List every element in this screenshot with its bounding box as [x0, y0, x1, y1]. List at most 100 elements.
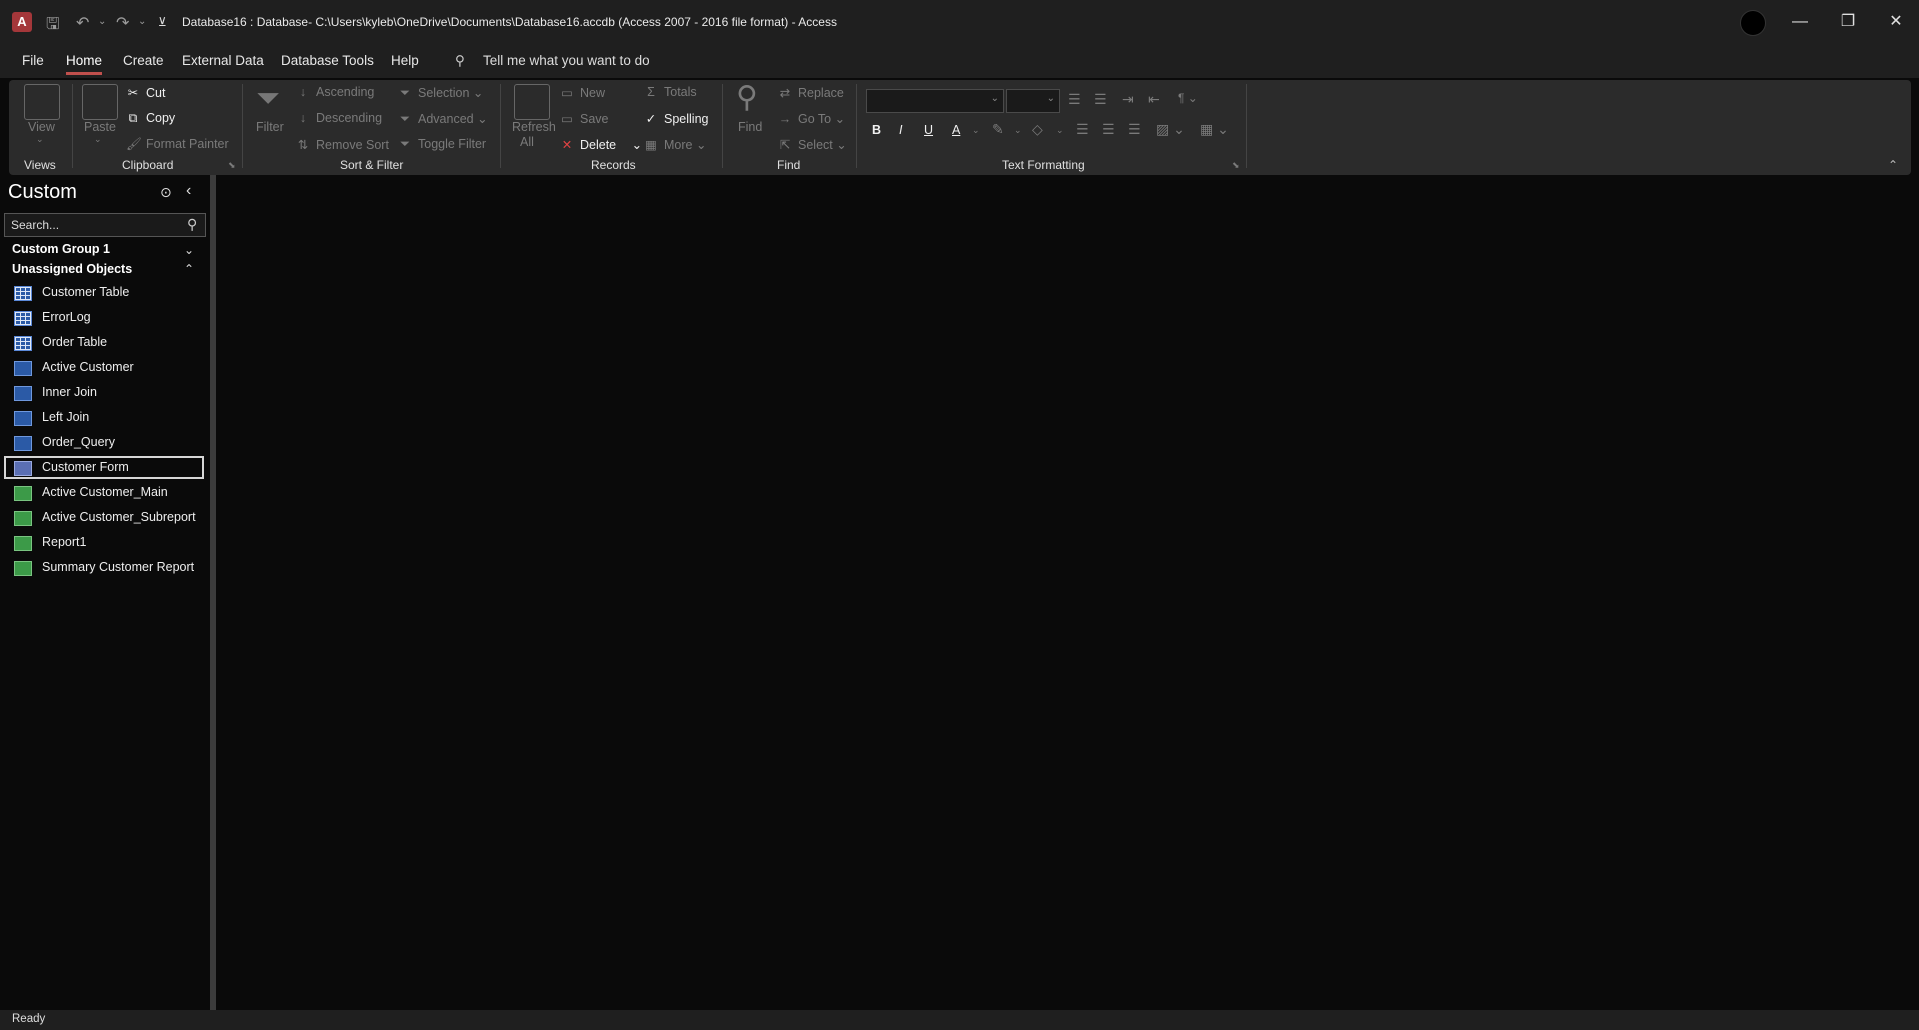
paste-icon[interactable]: [82, 84, 118, 120]
delete-button[interactable]: ✕ Delete ⌄: [560, 137, 642, 152]
tab-create[interactable]: Create: [123, 53, 164, 68]
chevron-down-icon[interactable]: ⌄: [184, 243, 194, 257]
customize-toolbar-icon[interactable]: ⊻: [158, 15, 167, 29]
sort-descending-icon: ↓: [299, 111, 307, 125]
group-unassigned-objects[interactable]: Unassigned Objects: [12, 262, 132, 276]
totals-button[interactable]: Σ Totals: [644, 85, 697, 99]
font-color-dropdown-icon[interactable]: ⌄: [972, 125, 980, 136]
nav-search-input[interactable]: Search... ⚲: [4, 213, 206, 237]
filter-icon[interactable]: ⏷: [252, 82, 286, 118]
filter-button[interactable]: Filter: [256, 120, 284, 134]
align-right-icon[interactable]: ☰: [1128, 121, 1141, 138]
save-icon[interactable]: 🖫: [46, 13, 60, 40]
nav-item-customer-form[interactable]: Customer Form: [4, 456, 204, 479]
new-record-button[interactable]: ▭ New: [560, 85, 605, 100]
avatar[interactable]: [1740, 10, 1766, 36]
nav-item-left-join[interactable]: Left Join: [4, 406, 204, 429]
nav-pane-title[interactable]: Custom: [8, 181, 77, 204]
descending-button[interactable]: ↓ Descending: [296, 111, 382, 125]
nav-item-errorlog[interactable]: ErrorLog: [4, 306, 204, 329]
access-logo-icon[interactable]: A: [12, 12, 32, 32]
selection-button[interactable]: ⏷ Selection ⌄: [398, 85, 483, 101]
cut-button[interactable]: ✂ Cut: [126, 85, 166, 100]
view-button[interactable]: View: [28, 120, 55, 134]
copy-button[interactable]: ⧉ Copy: [126, 111, 176, 126]
tab-home[interactable]: Home: [66, 53, 103, 75]
paste-button[interactable]: Paste: [84, 120, 116, 134]
fill-color-dropdown-icon[interactable]: ⌄: [1056, 125, 1064, 136]
undo-icon[interactable]: ↶: [76, 13, 89, 33]
nav-item-label: Active Customer_Subreport: [42, 510, 196, 524]
go-to-button[interactable]: → Go To ⌄: [778, 111, 845, 126]
find-magnifier-icon[interactable]: ⚲: [736, 80, 758, 115]
redo-dropdown-icon[interactable]: ⌄: [138, 16, 146, 27]
close-button[interactable]: ✕: [1872, 0, 1919, 44]
refresh-icon[interactable]: [514, 84, 550, 120]
restore-button[interactable]: ❐: [1824, 0, 1872, 44]
highlight-dropdown-icon[interactable]: ⌄: [1014, 125, 1022, 136]
tab-file[interactable]: File: [22, 53, 44, 68]
paragraph-direction-icon[interactable]: ¶ ⌄: [1178, 91, 1198, 105]
align-left-icon[interactable]: ☰: [1076, 121, 1089, 138]
chevron-up-icon[interactable]: ⌃: [184, 262, 194, 276]
tab-external-data[interactable]: External Data: [182, 53, 264, 68]
tab-help[interactable]: Help: [391, 53, 419, 68]
document-workspace[interactable]: [216, 175, 1919, 1010]
toggle-filter-button[interactable]: ⏷ Toggle Filter: [398, 137, 486, 152]
fill-color-icon[interactable]: ◇: [1032, 121, 1043, 138]
undo-dropdown-icon[interactable]: ⌄: [98, 16, 106, 27]
format-painter-button[interactable]: 🖌 Format Painter: [126, 137, 229, 152]
redo-icon[interactable]: ↷: [116, 13, 129, 33]
font-name-combo[interactable]: ⌄: [866, 89, 1004, 113]
nav-menu-icon[interactable]: ⊙: [160, 184, 172, 201]
font-color-button[interactable]: A: [952, 123, 960, 137]
find-button[interactable]: Find: [738, 120, 762, 134]
minimize-button[interactable]: —: [1776, 0, 1824, 44]
paste-dropdown-icon[interactable]: ⌄: [94, 134, 102, 145]
alternate-row-color-icon[interactable]: ▨ ⌄: [1156, 121, 1185, 138]
remove-sort-button[interactable]: ⇅ Remove Sort: [296, 137, 389, 152]
nav-item-active-customer-subreport[interactable]: Active Customer_Subreport: [4, 506, 204, 529]
numbering-icon[interactable]: ☰: [1094, 91, 1107, 108]
replace-button[interactable]: ⇄ Replace: [778, 85, 844, 100]
nav-item-customer-table[interactable]: Customer Table: [4, 281, 204, 304]
refresh-all-label: All: [520, 135, 534, 149]
collapse-ribbon-icon[interactable]: ⌃: [1888, 158, 1898, 172]
nav-item-inner-join[interactable]: Inner Join: [4, 381, 204, 404]
delete-dropdown-icon[interactable]: ⌄: [632, 138, 642, 152]
view-icon[interactable]: [24, 84, 60, 120]
search-icon[interactable]: ⚲: [455, 53, 465, 69]
italic-button[interactable]: I: [899, 123, 902, 137]
spelling-button[interactable]: ✓ Spelling: [644, 111, 709, 126]
dialog-launcher-icon[interactable]: ⬊: [1232, 160, 1240, 171]
bold-button[interactable]: B: [872, 123, 881, 137]
nav-item-active-customer[interactable]: Active Customer: [4, 356, 204, 379]
select-button[interactable]: ⇱ Select ⌄: [778, 137, 847, 152]
font-size-combo[interactable]: ⌄: [1006, 89, 1060, 113]
tab-database-tools[interactable]: Database Tools: [281, 53, 374, 68]
save-record-button[interactable]: ▭ Save: [560, 111, 608, 126]
shutter-bar-close-icon[interactable]: ‹: [186, 182, 191, 200]
advanced-button[interactable]: ⏷ Advanced ⌄: [398, 111, 488, 127]
ascending-button[interactable]: ↓ Ascending: [296, 85, 375, 99]
nav-item-active-customer-main[interactable]: Active Customer_Main: [4, 481, 204, 504]
tell-me-box[interactable]: Tell me what you want to do: [483, 53, 650, 68]
view-dropdown-icon[interactable]: ⌄: [36, 134, 44, 145]
refresh-all-button[interactable]: Refresh: [512, 120, 556, 134]
underline-button[interactable]: U: [924, 123, 933, 137]
decrease-indent-icon[interactable]: ⇤: [1148, 91, 1160, 108]
dialog-launcher-icon[interactable]: ⬊: [228, 160, 236, 171]
highlight-icon[interactable]: ✎: [992, 121, 1004, 138]
group-custom-group-1[interactable]: Custom Group 1: [12, 242, 110, 256]
form-icon: [14, 461, 32, 476]
nav-item-report1[interactable]: Report1: [4, 531, 204, 554]
nav-item-order-query[interactable]: Order_Query: [4, 431, 204, 454]
gridlines-icon[interactable]: ▦ ⌄: [1200, 121, 1229, 138]
nav-item-summary-customer-report[interactable]: Summary Customer Report: [4, 556, 204, 579]
nav-item-order-table[interactable]: Order Table: [4, 331, 204, 354]
bullets-icon[interactable]: ☰: [1068, 91, 1081, 108]
align-center-icon[interactable]: ☰: [1102, 121, 1115, 138]
more-button[interactable]: ▦ More ⌄: [644, 137, 706, 152]
increase-indent-icon[interactable]: ⇥: [1122, 91, 1134, 108]
spelling-label: Spelling: [664, 112, 709, 126]
